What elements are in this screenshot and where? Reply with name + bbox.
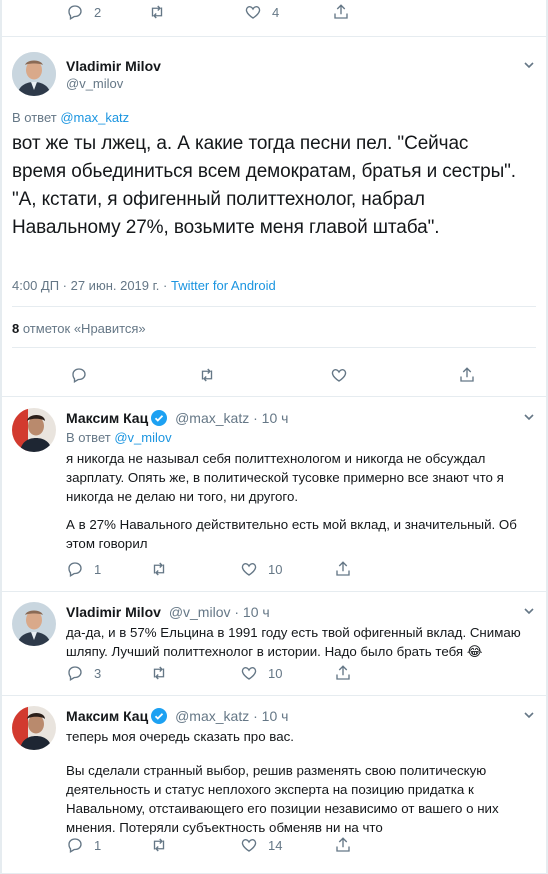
reply-button[interactable]: 1 xyxy=(66,560,101,578)
divider xyxy=(0,396,548,397)
author-name[interactable]: Максим Кац xyxy=(66,708,148,724)
like-count: 4 xyxy=(272,4,280,20)
tweet-text: я никогда не называл себя политтехнолого… xyxy=(66,451,504,504)
author-handle-time[interactable]: @v_milov · 10 ч xyxy=(169,604,270,620)
tweet-text: А в 27% Навального действительно есть мо… xyxy=(66,517,517,551)
reply-context: В ответ @max_katz xyxy=(12,110,129,125)
divider xyxy=(0,591,548,592)
reply-icon xyxy=(72,368,86,383)
tweet-header: Максим Кац @max_katz · 10 ч xyxy=(66,410,288,426)
avatar-image xyxy=(12,706,56,750)
avatar-image xyxy=(12,408,56,452)
reply-button[interactable] xyxy=(70,366,88,384)
reply-button[interactable]: 2 xyxy=(66,3,101,21)
author-name[interactable]: Максим Кац xyxy=(66,410,148,426)
like-button[interactable]: 4 xyxy=(244,3,279,21)
like-count: 14 xyxy=(268,837,283,853)
retweet-button[interactable] xyxy=(148,3,166,21)
chevron-down-icon[interactable] xyxy=(522,58,536,72)
reply-count: 2 xyxy=(94,4,102,20)
tweet-text: вот же ты лжец, а. А какие тогда песни п… xyxy=(12,133,516,238)
chevron-down-icon[interactable] xyxy=(522,410,536,424)
heart-icon xyxy=(245,6,261,19)
reply-icon xyxy=(68,5,82,20)
likes-count: 8 xyxy=(12,321,20,336)
avatar-image xyxy=(12,52,56,96)
reply-button[interactable]: 3 xyxy=(66,664,101,682)
avatar[interactable] xyxy=(12,706,56,750)
left-border xyxy=(0,0,2,874)
avatar[interactable] xyxy=(12,52,56,96)
likes-stat[interactable]: 8 отметок «Нравится» xyxy=(12,321,146,336)
divider xyxy=(0,36,548,37)
avatar-image xyxy=(12,602,56,646)
share-icon xyxy=(336,665,350,680)
like-button[interactable]: 10 xyxy=(240,560,282,578)
like-button[interactable]: 14 xyxy=(240,836,282,854)
heart-icon xyxy=(241,667,257,680)
reply-to-link[interactable]: @max_katz xyxy=(60,110,129,125)
reply-count: 1 xyxy=(94,561,102,577)
retweet-button[interactable] xyxy=(150,664,168,682)
tweet-meta: 4:00 ДП · 27 июн. 2019 г. · Twitter for … xyxy=(12,278,276,293)
retweet-button[interactable] xyxy=(150,560,168,578)
heart-icon xyxy=(241,839,257,852)
reply-prefix: В ответ xyxy=(66,430,111,445)
share-icon xyxy=(334,4,348,19)
tweet-header: Максим Кац @max_katz · 10 ч xyxy=(66,708,288,724)
reply-count: 3 xyxy=(94,665,102,681)
avatar[interactable] xyxy=(12,408,56,452)
retweet-icon xyxy=(153,666,165,680)
retweet-button[interactable] xyxy=(198,366,216,384)
share-icon xyxy=(460,367,474,382)
reply-icon xyxy=(68,666,82,681)
author-name[interactable]: Vladimir Milov xyxy=(66,604,161,620)
reply-button[interactable]: 1 xyxy=(66,836,101,854)
tweet-header: Vladimir Milov @v_milov · 10 ч xyxy=(66,604,270,620)
share-icon xyxy=(336,561,350,576)
reply-prefix: В ответ xyxy=(12,110,57,125)
reply-context: В ответ @v_milov xyxy=(66,430,172,445)
share-button[interactable] xyxy=(334,664,352,682)
reply-icon xyxy=(68,562,82,577)
reply-icon xyxy=(68,838,82,853)
author-handle-time[interactable]: @max_katz · 10 ч xyxy=(175,708,288,724)
share-button[interactable] xyxy=(334,836,352,854)
share-icon xyxy=(336,837,350,852)
heart-icon xyxy=(331,369,347,382)
author-name[interactable]: Vladimir Milov xyxy=(66,58,161,74)
reply-count: 1 xyxy=(94,837,102,853)
divider xyxy=(0,695,548,696)
author-handle[interactable]: @v_milov xyxy=(66,76,123,91)
like-count: 10 xyxy=(268,561,283,577)
tweet-text: да-да, и в 57% Ельцина в 1991 году есть … xyxy=(66,625,521,659)
retweet-icon xyxy=(153,838,165,852)
share-button[interactable] xyxy=(332,3,350,21)
retweet-button[interactable] xyxy=(150,836,168,854)
tweet-text: Вы сделали странный выбор, решив разменя… xyxy=(66,763,499,835)
divider xyxy=(12,306,536,307)
verified-badge-icon xyxy=(151,410,168,426)
like-button[interactable]: 10 xyxy=(240,664,282,682)
retweet-icon xyxy=(201,368,213,382)
reply-to-link[interactable]: @v_milov xyxy=(114,430,171,445)
author-handle-time[interactable]: @max_katz · 10 ч xyxy=(175,410,288,426)
tweet-text: теперь моя очередь сказать про вас. xyxy=(66,729,294,744)
likes-label: отметок «Нравится» xyxy=(22,321,146,336)
like-button[interactable] xyxy=(330,366,348,384)
like-count: 10 xyxy=(268,665,283,681)
heart-icon xyxy=(241,563,257,576)
share-button[interactable] xyxy=(458,366,476,384)
share-button[interactable] xyxy=(334,560,352,578)
chevron-down-icon[interactable] xyxy=(522,604,536,618)
divider xyxy=(12,347,536,348)
chevron-down-icon[interactable] xyxy=(522,708,536,722)
timestamp[interactable]: 4:00 ДП · 27 июн. 2019 г. · xyxy=(12,278,167,293)
retweet-icon xyxy=(151,5,163,19)
verified-badge-icon xyxy=(151,708,168,724)
avatar[interactable] xyxy=(12,602,56,646)
retweet-icon xyxy=(153,562,165,576)
source-link[interactable]: Twitter for Android xyxy=(171,278,276,293)
